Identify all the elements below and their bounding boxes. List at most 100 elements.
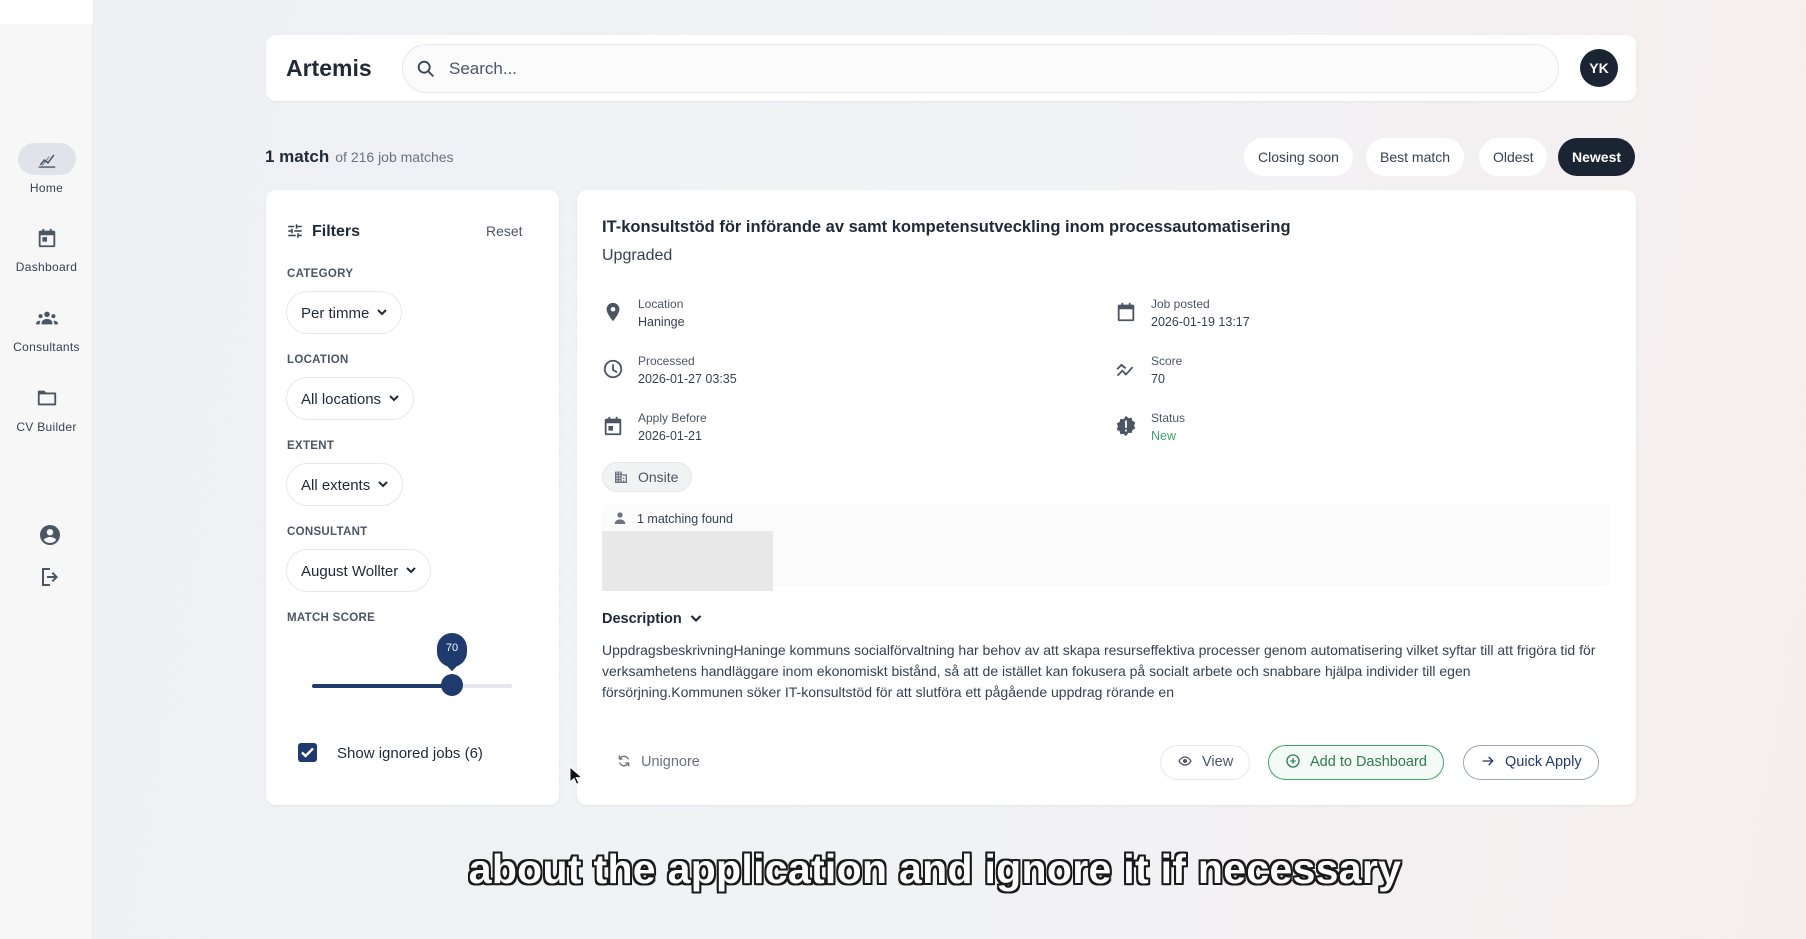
extent-value: All extents: [301, 477, 371, 494]
sidebar-item-home[interactable]: Home: [0, 143, 93, 195]
view-button[interactable]: View: [1160, 745, 1251, 780]
matching-found-label: 1 matching found: [637, 512, 733, 526]
category-value: Per timme: [301, 305, 370, 322]
description-toggle[interactable]: Description: [602, 611, 702, 627]
location-label: Location: [638, 297, 684, 311]
matching-found[interactable]: 1 matching found: [612, 510, 733, 526]
event-icon: [602, 415, 624, 437]
sidebar: Home Dashboard Consultants CV Builder: [0, 0, 93, 939]
job-posted-label: Job posted: [1151, 297, 1210, 311]
extent-select[interactable]: All extents: [286, 463, 404, 506]
apply-before-label: Apply Before: [638, 411, 707, 425]
score-label: Score: [1151, 354, 1183, 368]
score-value: 70: [1151, 372, 1165, 386]
search-bar[interactable]: [402, 44, 1559, 93]
location-select[interactable]: All locations: [286, 377, 415, 420]
add-circle-icon: [1286, 754, 1300, 768]
description-label: Description: [602, 611, 682, 627]
view-label: View: [1202, 754, 1234, 770]
check-icon: [301, 747, 314, 758]
match-score-label: MATCH SCORE: [287, 612, 376, 624]
chevron-down-icon: [406, 550, 416, 574]
sidebar-item-label: Dashboard: [15, 260, 78, 274]
avatar[interactable]: YK: [1580, 49, 1618, 87]
sidebar-item-consultants[interactable]: Consultants: [0, 302, 93, 354]
location-label: LOCATION: [287, 354, 349, 366]
clock-icon: [602, 358, 624, 380]
chevron-down-icon: [378, 464, 388, 488]
search-icon: [417, 60, 434, 77]
sort-newest-button[interactable]: Newest: [1558, 138, 1636, 176]
chevron-down-icon: [690, 615, 702, 623]
calendar-icon: [18, 222, 76, 254]
sort-oldest-button[interactable]: Oldest: [1479, 138, 1548, 176]
consultant-select[interactable]: August Wollter: [286, 549, 432, 592]
tune-icon: [288, 224, 302, 238]
sort-closing-soon-button[interactable]: Closing soon: [1244, 138, 1353, 176]
status-badge: New: [1151, 429, 1177, 443]
eye-icon: [1178, 756, 1192, 766]
job-card: IT-konsultstöd för införande av samt kom…: [577, 190, 1636, 805]
work-mode-label: Onsite: [638, 469, 679, 485]
match-score-slider[interactable]: [312, 684, 512, 688]
show-ignored-checkbox[interactable]: [298, 743, 317, 762]
extent-label: EXTENT: [287, 440, 335, 452]
match-total: of 216 job matches: [335, 149, 454, 165]
unignore-button[interactable]: Unignore: [616, 753, 700, 770]
slider-value-bubble: 70: [437, 633, 467, 667]
status-label: Status: [1151, 411, 1186, 425]
processed-label: Processed: [638, 354, 695, 368]
filters-panel: Filters Reset CATEGORY Per timme LOCATIO…: [266, 190, 559, 805]
apply-before-value: 2026-01-21: [638, 429, 702, 443]
reset-filters-button[interactable]: Reset: [486, 223, 523, 239]
job-posted-value: 2026-01-19 13:17: [1151, 315, 1250, 329]
slider-fill: [312, 684, 452, 688]
sidebar-item-cv-builder[interactable]: CV Builder: [0, 382, 93, 434]
search-input[interactable]: [449, 55, 1529, 83]
add-to-dashboard-label: Add to Dashboard: [1310, 754, 1427, 770]
slider-thumb[interactable]: [441, 674, 463, 696]
app-title: Artemis: [286, 55, 372, 81]
sidebar-item-label: Home: [29, 181, 64, 195]
sort-best-match-button[interactable]: Best match: [1366, 138, 1465, 176]
building-icon: [615, 471, 627, 483]
job-subtitle: Upgraded: [602, 247, 673, 264]
unignore-label: Unignore: [641, 754, 700, 770]
mouse-cursor-icon: [569, 765, 584, 786]
location-pin-icon: [602, 301, 624, 323]
status-badge-icon: [1115, 415, 1137, 437]
match-count: 1 match: [265, 147, 330, 166]
trending-icon: [1115, 358, 1137, 380]
category-select[interactable]: Per timme: [286, 291, 403, 334]
account-icon[interactable]: [38, 523, 62, 547]
arrow-right-icon: [1482, 756, 1494, 766]
category-label: CATEGORY: [287, 268, 354, 280]
quick-apply-button[interactable]: Quick Apply: [1463, 745, 1599, 780]
matching-consultants-box: 1 matching found: [602, 504, 1611, 591]
sidebar-item-label: CV Builder: [16, 420, 77, 434]
location-value: All locations: [301, 391, 382, 408]
results-summary: 1 match of 216 job matches: [265, 147, 454, 167]
logout-icon[interactable]: [38, 565, 62, 589]
calendar-icon: [1115, 301, 1137, 323]
work-mode-chip: Onsite: [602, 462, 693, 492]
chevron-down-icon: [377, 292, 388, 316]
chart-icon: [17, 143, 76, 175]
refresh-icon: [618, 755, 630, 767]
top-header: Artemis YK: [266, 35, 1636, 101]
folder-icon: [18, 382, 76, 414]
video-caption: about the application and ignore it if n…: [468, 846, 1402, 892]
processed-value: 2026-01-27 03:35: [638, 372, 737, 386]
sidebar-top-strip: [0, 0, 93, 24]
job-title[interactable]: IT-konsultstöd för införande av samt kom…: [602, 218, 1291, 237]
consultant-label: CONSULTANT: [287, 526, 368, 538]
consultant-card-placeholder: [602, 531, 773, 591]
description-text: UppdragsbeskrivningHaninge kommuns socia…: [602, 642, 1596, 700]
add-to-dashboard-button[interactable]: Add to Dashboard: [1268, 745, 1444, 780]
sidebar-item-dashboard[interactable]: Dashboard: [0, 222, 93, 274]
person-icon: [614, 512, 626, 524]
group-icon: [18, 302, 76, 334]
show-ignored-label[interactable]: Show ignored jobs (6): [337, 745, 483, 762]
quick-apply-label: Quick Apply: [1505, 754, 1582, 770]
chevron-down-icon: [389, 378, 399, 402]
